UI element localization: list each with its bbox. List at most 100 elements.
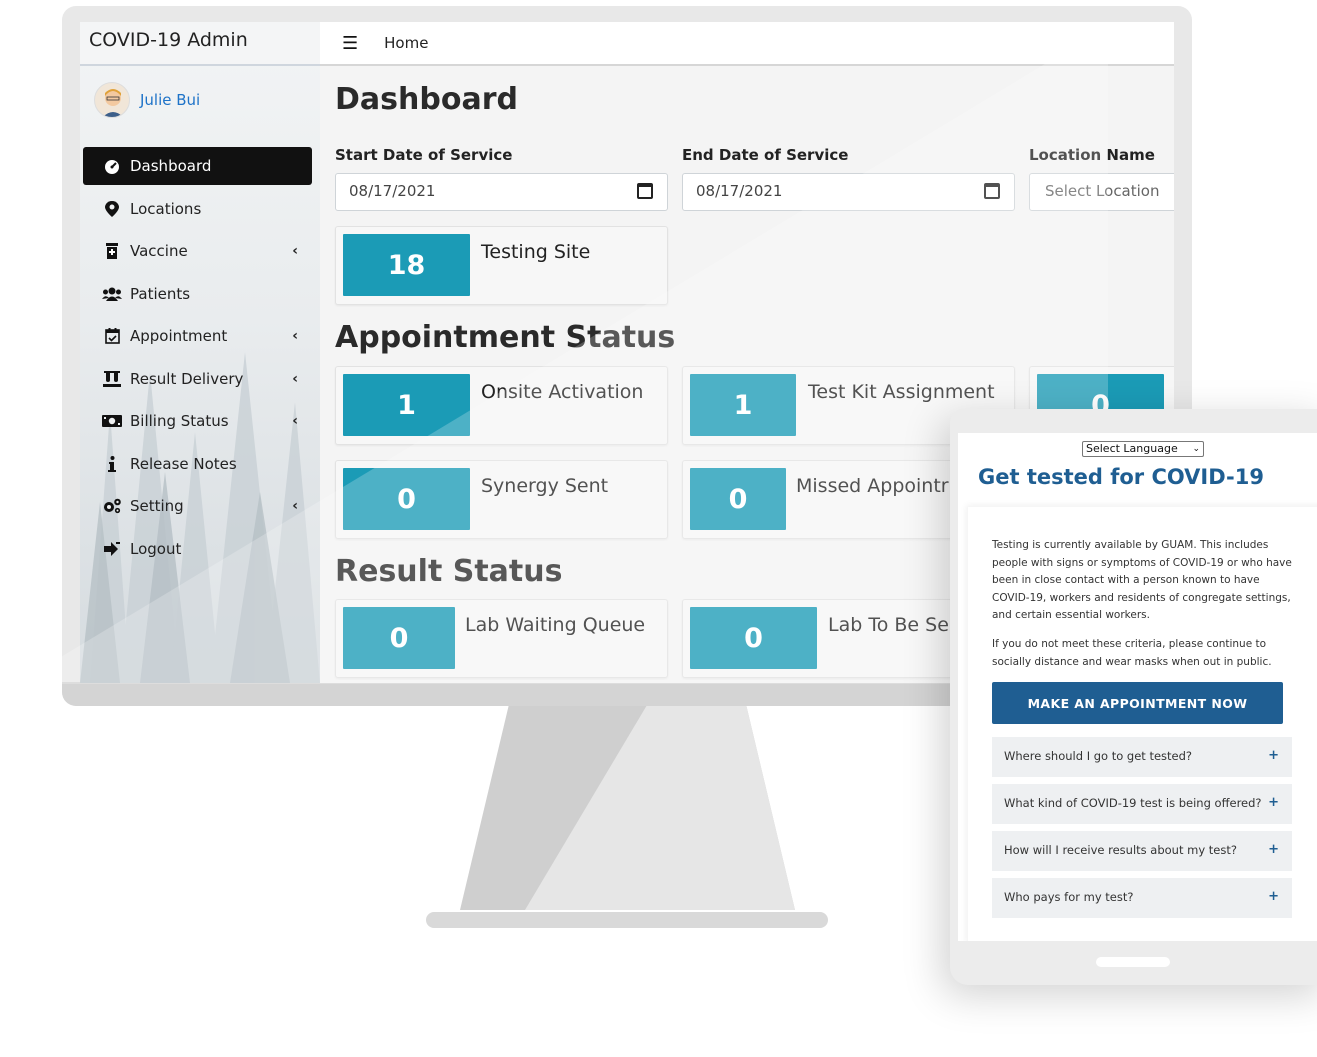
faq-question: Where should I go to get tested? (1004, 749, 1193, 763)
sidebar-item-dashboard[interactable]: Dashboard (83, 147, 312, 185)
sidebar-item-label: Locations (130, 199, 202, 218)
sidebar-item-label: Setting (130, 497, 184, 515)
testing-site-card[interactable]: 18 Testing Site (335, 226, 668, 305)
sign-out-icon (101, 541, 123, 556)
chevron-left-icon: ‹ (292, 370, 298, 387)
expand-plus-icon[interactable]: + (1268, 842, 1279, 857)
expand-plus-icon[interactable]: + (1268, 889, 1279, 904)
card-label: Missed Appointr (796, 475, 949, 497)
lab-waiting-queue-card[interactable]: 0 Lab Waiting Queue (335, 599, 668, 678)
faq-question: Who pays for my test? (1004, 890, 1134, 904)
end-date-input[interactable]: 08/17/2021 (682, 173, 1015, 211)
sidebar-item-label: Patients (130, 284, 191, 303)
sidebar-item-label: Result Delivery (130, 369, 244, 388)
start-date-value: 08/17/2021 (349, 182, 436, 200)
card-count: 18 (343, 234, 470, 296)
card-count: 1 (690, 374, 796, 436)
expand-plus-icon[interactable]: + (1268, 795, 1279, 810)
calendar-check-icon (101, 328, 123, 344)
cogs-icon (101, 498, 123, 514)
location-label: Location Name (1029, 146, 1155, 164)
sidebar-item-vaccine[interactable]: Vaccine ‹ (83, 232, 312, 270)
chevron-left-icon: ‹ (292, 498, 298, 514)
chevron-down-icon: ⌄ (1192, 444, 1200, 454)
info-paragraph: If you do not meet these criteria, pleas… (992, 638, 1272, 668)
tablet-frame: Select Language ⌄ Get tested for COVID-1… (950, 409, 1317, 985)
sidebar: COVID-19 Admin Julie Bui Dashboard Locat… (80, 22, 320, 683)
chevron-left-icon: ‹ (292, 328, 298, 344)
result-status-heading: Result Status (335, 554, 563, 589)
card-count: 1 (343, 374, 470, 436)
faq-question: What kind of COVID-19 test is being offe… (1004, 796, 1262, 810)
users-icon (101, 287, 123, 301)
chevron-left-icon: ‹ (292, 243, 298, 259)
map-marker-icon (101, 200, 123, 217)
sidebar-item-billing-status[interactable]: Billing Status ‹ (83, 402, 312, 440)
sidebar-item-setting[interactable]: Setting ‹ (83, 487, 312, 525)
sidebar-item-label: Dashboard (130, 157, 212, 175)
card-count: 0 (690, 468, 786, 530)
onsite-activation-card[interactable]: 1 Onsite Activation (335, 366, 668, 445)
breadcrumb[interactable]: Home (384, 34, 428, 52)
user-name-link[interactable]: Julie Bui (140, 91, 200, 109)
appointment-status-heading: Appointment Status (335, 320, 676, 355)
sidebar-item-label: Vaccine (130, 242, 188, 260)
info-paragraph: Testing is currently available by GUAM. … (992, 539, 1292, 621)
vials-icon (101, 370, 123, 387)
sidebar-item-label: Appointment (130, 327, 228, 345)
prescription-bottle-icon (101, 243, 123, 259)
faq-item[interactable]: How will I receive results about my test… (992, 831, 1292, 871)
card-count: 0 (343, 468, 470, 530)
card-label: Onsite Activation (481, 381, 644, 403)
tablet-home-indicator (1096, 957, 1170, 967)
language-select-label: Select Language (1086, 442, 1178, 455)
tachometer-icon (101, 158, 123, 174)
hamburger-menu-icon[interactable]: ☰ (342, 33, 358, 54)
card-count: 0 (690, 607, 817, 669)
chevron-left-icon: ‹ (292, 413, 298, 429)
user-panel[interactable]: Julie Bui (80, 66, 320, 134)
scene: COVID-19 Admin Julie Bui Dashboard Locat… (0, 0, 1317, 1057)
sidebar-item-result-delivery[interactable]: Result Delivery ‹ (83, 360, 312, 398)
expand-plus-icon[interactable]: + (1268, 748, 1279, 763)
sidebar-item-locations[interactable]: Locations (83, 190, 312, 228)
info-icon (101, 455, 123, 472)
page-title: Dashboard (335, 82, 518, 117)
synergy-sent-card[interactable]: 0 Synergy Sent (335, 460, 668, 539)
sidebar-item-patients[interactable]: Patients (83, 275, 312, 313)
sidebar-item-appointment[interactable]: Appointment ‹ (83, 317, 312, 355)
faq-item[interactable]: What kind of COVID-19 test is being offe… (992, 784, 1292, 824)
sidebar-item-release-notes[interactable]: Release Notes (83, 445, 312, 483)
language-select[interactable]: Select Language ⌄ (1082, 441, 1204, 457)
card-label: Lab To Be Se (828, 614, 949, 636)
start-date-label: Start Date of Service (335, 146, 513, 164)
calendar-icon[interactable] (984, 183, 1000, 199)
card-label: Test Kit Assignment (808, 381, 995, 403)
avatar (94, 82, 130, 118)
location-select[interactable]: Select Location (1029, 173, 1174, 211)
sidebar-item-logout[interactable]: Logout (83, 530, 312, 568)
card-label: Testing Site (481, 241, 591, 263)
calendar-icon[interactable] (637, 183, 653, 199)
topbar: ☰ Home (320, 22, 1174, 66)
make-appointment-button[interactable]: MAKE AN APPOINTMENT NOW (992, 682, 1283, 724)
card-count: 0 (343, 607, 455, 669)
faq-item[interactable]: Who pays for my test? + (992, 878, 1292, 918)
end-date-value: 08/17/2021 (696, 182, 783, 200)
money-bill-icon (101, 415, 123, 427)
app-title: COVID-19 Admin (80, 22, 320, 66)
card-label: Lab Waiting Queue (465, 614, 646, 636)
tablet-content: Testing is currently available by GUAM. … (968, 507, 1317, 941)
end-date-label: End Date of Service (682, 146, 849, 164)
tablet-title: Get tested for COVID-19 (978, 465, 1264, 489)
start-date-input[interactable]: 08/17/2021 (335, 173, 668, 211)
faq-item[interactable]: Where should I go to get tested? + (992, 737, 1292, 777)
card-label: Synergy Sent (481, 475, 609, 497)
sidebar-item-label: Release Notes (130, 454, 237, 473)
sidebar-nav: Dashboard Locations Vaccine ‹ Patients A… (80, 147, 320, 568)
faq-question: How will I receive results about my test… (1004, 843, 1237, 857)
sidebar-item-label: Billing Status (130, 412, 229, 430)
sidebar-item-label: Logout (130, 539, 182, 558)
location-placeholder: Select Location (1045, 182, 1160, 200)
tablet-screen: Select Language ⌄ Get tested for COVID-1… (958, 433, 1317, 941)
